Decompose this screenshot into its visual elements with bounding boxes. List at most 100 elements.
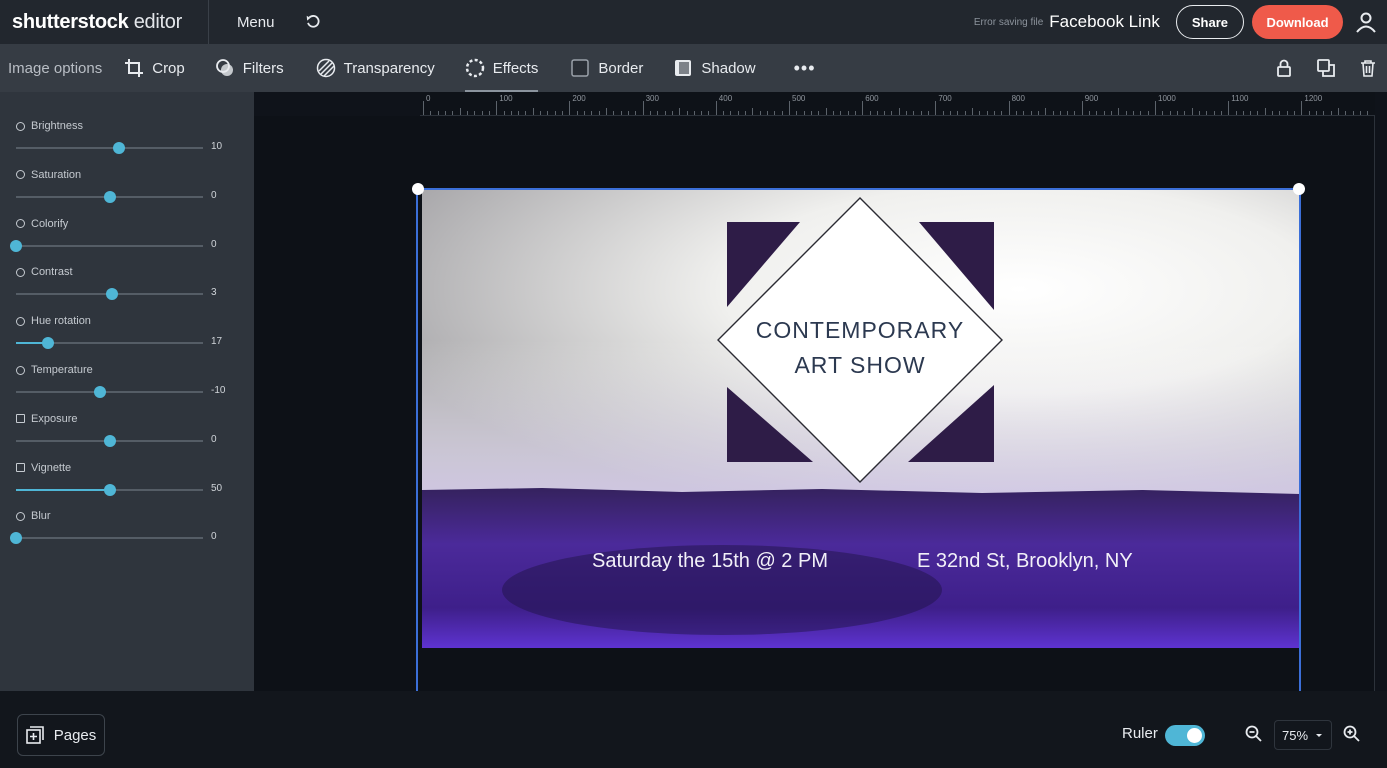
slider-track[interactable] — [16, 386, 203, 398]
ruler-tick — [1037, 111, 1039, 115]
slider-handle[interactable] — [10, 239, 22, 252]
ruler-tick — [1242, 111, 1244, 115]
slider-handle[interactable] — [103, 434, 116, 447]
shadow-label: Shadow — [701, 59, 756, 77]
design-canvas[interactable]: CONTEMPORARY ART SHOW Saturday the 15th … — [422, 190, 1300, 648]
ruler-tick-label: 800 — [1011, 94, 1025, 103]
ruler-tick — [620, 111, 622, 115]
filters-label: Filters — [242, 59, 284, 77]
ruler-tick — [767, 111, 769, 115]
slider-track[interactable] — [16, 190, 203, 203]
transparency-icon — [316, 58, 335, 78]
ruler-tick — [986, 111, 988, 115]
resize-handle-top-right[interactable] — [1293, 183, 1305, 195]
ruler-tick — [437, 111, 439, 115]
shadow-tool[interactable]: Shadow — [673, 44, 756, 92]
ruler-tick — [950, 111, 952, 115]
crop-tool[interactable]: Crop — [124, 44, 185, 92]
adjustment-exposure: Exposure 0 — [16, 413, 246, 447]
ruler-tick — [781, 111, 783, 115]
ruler-tick — [723, 111, 725, 115]
slider-track[interactable] — [16, 483, 203, 496]
save-error-text: Error saving file — [973, 16, 1044, 28]
adjustment-colorify: Colorify 0 — [10, 218, 246, 252]
adjustment-label: Temperature — [16, 364, 246, 376]
ruler-tick — [518, 111, 520, 115]
event-location-text[interactable]: E 32nd St, Brooklyn, NY — [917, 550, 1133, 572]
ruler-tick — [693, 111, 695, 115]
ruler-tick — [1213, 111, 1215, 115]
blur-icon — [16, 511, 25, 521]
slider-track[interactable] — [16, 288, 203, 301]
selection-left-edge — [416, 190, 418, 691]
ruler-tick — [1279, 111, 1281, 115]
zoom-out-icon[interactable] — [1245, 725, 1263, 743]
slider-track[interactable] — [10, 532, 203, 545]
slider-track[interactable] — [10, 239, 203, 252]
slider-handle[interactable] — [94, 386, 107, 398]
zoom-select[interactable]: 75% — [1274, 720, 1332, 750]
undo-icon[interactable] — [304, 13, 322, 31]
user-icon[interactable] — [1355, 11, 1377, 33]
document-title[interactable]: Facebook Link — [1049, 12, 1160, 32]
chevron-down-icon — [1316, 734, 1323, 737]
app-logo[interactable]: shutterstock editor — [12, 11, 182, 34]
ruler-tick — [452, 111, 454, 115]
effects-label: Effects — [492, 59, 539, 77]
ruler-tick — [737, 111, 739, 115]
border-tool[interactable]: Border — [570, 44, 643, 92]
ruler-tick — [423, 101, 424, 115]
ruler-tick — [818, 111, 820, 115]
ruler-tick — [942, 111, 944, 115]
menu-button[interactable]: Menu — [237, 14, 275, 31]
slider-track[interactable] — [16, 142, 203, 154]
ruler-tick — [840, 111, 842, 115]
pages-icon — [25, 726, 44, 744]
slider-handle[interactable] — [112, 142, 125, 154]
slider-track[interactable] — [16, 337, 203, 350]
duplicate-icon[interactable] — [1317, 59, 1335, 77]
slider-handle[interactable] — [106, 288, 119, 301]
ruler-tick-label: 600 — [865, 94, 879, 103]
exposure-icon — [16, 414, 25, 424]
effects-tool[interactable]: Effects — [464, 44, 539, 92]
ruler-tick — [488, 111, 490, 115]
ruler-tick-label: 1100 — [1231, 94, 1249, 103]
resize-handle-top-left[interactable] — [412, 183, 424, 195]
slider-handle[interactable] — [10, 532, 22, 545]
slider-handle[interactable] — [103, 483, 116, 496]
adjustment-label-text: Hue rotation — [31, 315, 91, 328]
slider-track[interactable] — [16, 434, 203, 447]
slider-handle[interactable] — [103, 190, 116, 203]
ruler-tick — [1015, 111, 1017, 115]
trash-icon[interactable] — [1359, 59, 1377, 77]
download-button[interactable]: Download — [1252, 5, 1343, 39]
transparency-tool[interactable]: Transparency — [316, 44, 435, 92]
ruler-tick — [1264, 108, 1266, 115]
ruler-toggle-switch[interactable] — [1165, 725, 1205, 746]
adjustment-label-text: Temperature — [31, 364, 93, 376]
ruler-tick — [459, 108, 461, 115]
ruler-tick — [774, 111, 776, 115]
zoom-value: 75% — [1281, 727, 1309, 743]
slider-handle[interactable] — [41, 337, 54, 350]
filters-tool[interactable]: Filters — [215, 44, 284, 92]
ruler-tick — [510, 111, 512, 115]
adjustment-label: Vignette — [16, 462, 246, 474]
divider — [207, 0, 209, 44]
title-line-2[interactable]: ART SHOW — [794, 352, 925, 378]
pages-button[interactable]: Pages — [17, 714, 105, 756]
share-button[interactable]: Share — [1175, 5, 1244, 39]
ruler-tick — [540, 111, 542, 115]
lock-icon[interactable] — [1275, 59, 1293, 77]
ruler-tick — [862, 101, 864, 115]
ruler-tick — [701, 111, 703, 115]
adjustment-value: 3 — [211, 287, 217, 299]
adjustment-temperature: Temperature -10 — [16, 364, 246, 398]
more-options-button[interactable]: ••• — [794, 44, 816, 92]
event-date-text[interactable]: Saturday the 15th @ 2 PM — [592, 550, 828, 572]
ruler-tick — [957, 111, 959, 115]
ruler-tick — [789, 101, 790, 115]
zoom-in-icon[interactable] — [1343, 725, 1361, 743]
title-line-1[interactable]: CONTEMPORARY — [756, 317, 964, 343]
